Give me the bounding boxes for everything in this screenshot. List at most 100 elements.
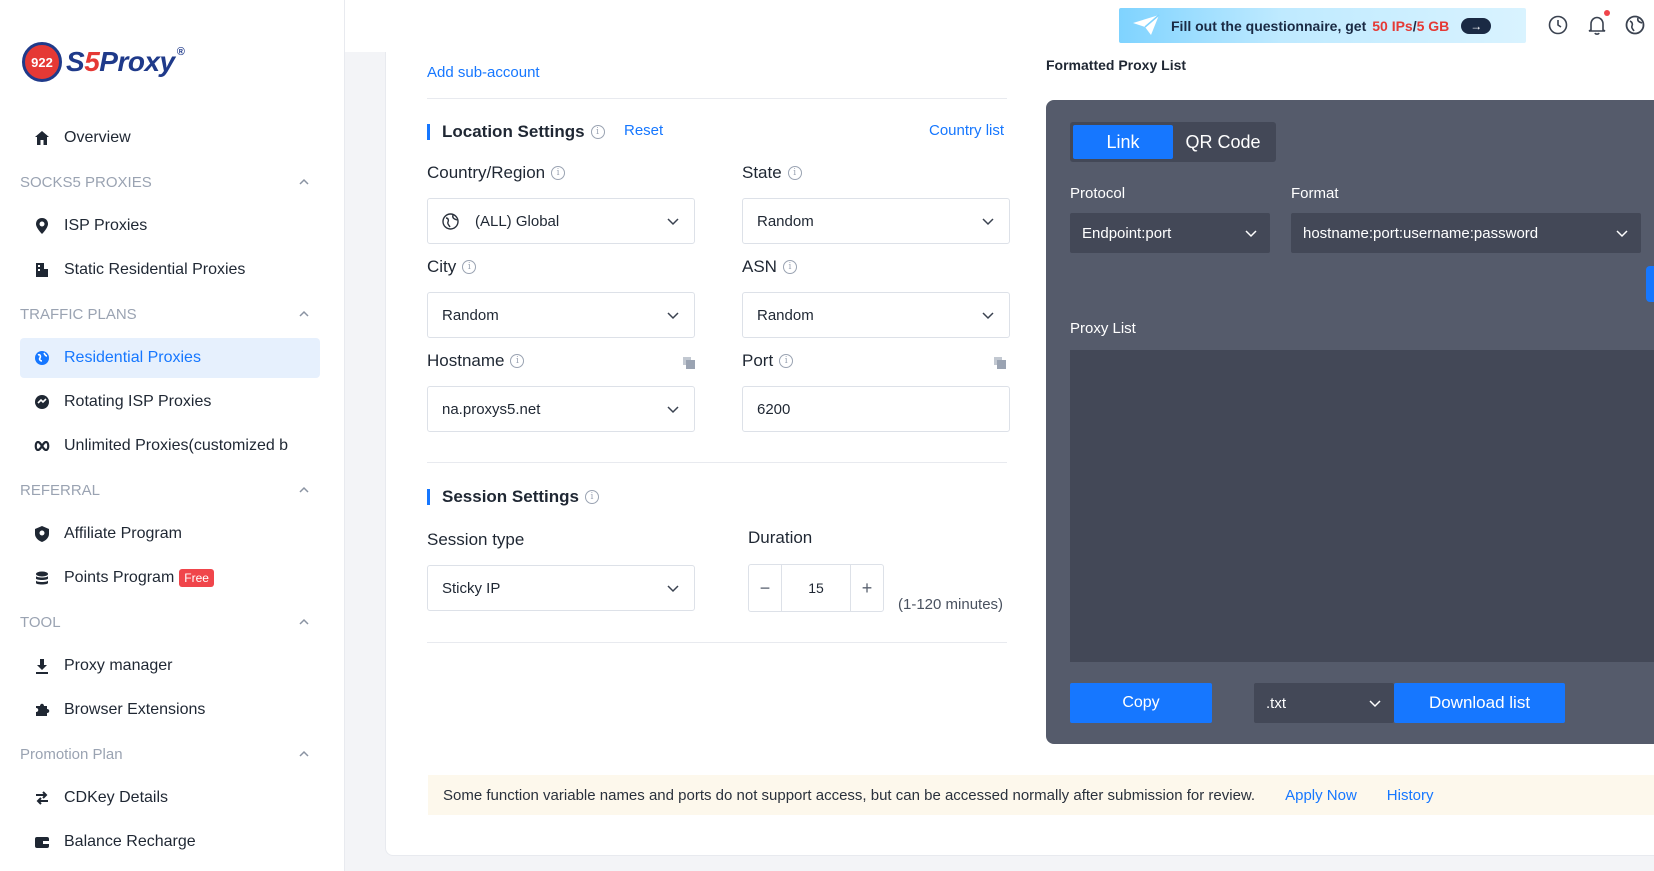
info-icon[interactable]: i: [584, 490, 599, 504]
port-text: Port: [742, 351, 774, 370]
sidebar-group-referral[interactable]: REFERRAL: [20, 470, 320, 510]
sidebar-item-label: Browser Extensions: [64, 701, 206, 718]
divider: [427, 462, 1007, 463]
info-icon[interactable]: i: [462, 260, 477, 274]
sidebar-item-overview[interactable]: Overview: [20, 118, 320, 158]
country-list-link[interactable]: Country list: [929, 122, 1004, 139]
session-type-select[interactable]: Sticky IP: [427, 565, 695, 611]
sidebar-group-title: TOOL: [20, 613, 61, 631]
chevron-down-icon: [1245, 230, 1257, 238]
history-clock-icon[interactable]: [1547, 14, 1569, 36]
section-accent-bar: [427, 489, 430, 505]
country-region-label: Country/Region i: [427, 163, 566, 183]
session-type-value: Sticky IP: [442, 579, 501, 597]
section-accent-bar: [427, 124, 430, 140]
sidebar-group-title: TRAFFIC PLANS: [20, 305, 137, 323]
state-value: Random: [757, 212, 814, 230]
chevron-down-icon: [1616, 230, 1628, 238]
logo-text-c: Proxy: [99, 46, 175, 77]
info-icon[interactable]: i: [787, 166, 802, 180]
sidebar-item-label: CDKey Details: [64, 789, 169, 806]
logo[interactable]: 922 S5Proxy ®: [22, 42, 185, 82]
reset-link[interactable]: Reset: [624, 122, 663, 139]
promo-gb: 5 GB: [1416, 17, 1450, 34]
generate-tab-handle[interactable]: [1646, 266, 1654, 302]
sidebar: 922 S5Proxy ® Overview SOCKS5 PROXIES ISP…: [0, 0, 345, 871]
chevron-down-icon: [982, 312, 994, 320]
decrement-button[interactable]: −: [749, 565, 781, 611]
divider: [427, 642, 1007, 643]
sidebar-item-unlimited-proxies[interactable]: Unlimited Proxies(customized b: [20, 426, 320, 466]
tab-qr-code[interactable]: QR Code: [1173, 125, 1273, 159]
city-value: Random: [442, 306, 499, 324]
info-icon[interactable]: i: [590, 125, 605, 139]
sidebar-group-traffic-plans[interactable]: TRAFFIC PLANS: [20, 294, 320, 334]
protocol-label: Protocol: [1070, 185, 1126, 202]
info-icon[interactable]: i: [551, 166, 566, 180]
duration-hint: (1-120 minutes): [898, 596, 1004, 613]
sidebar-group-promotion-plan[interactable]: Promotion Plan: [20, 734, 320, 774]
download-list-button[interactable]: Download list: [1394, 683, 1565, 723]
duration-input[interactable]: 15: [781, 565, 851, 611]
tab-link[interactable]: Link: [1073, 125, 1173, 159]
notification-dot: [1604, 10, 1610, 16]
state-label: State i: [742, 163, 802, 183]
sidebar-item-isp-proxies[interactable]: ISP Proxies: [20, 206, 320, 246]
sidebar-item-affiliate-program[interactable]: Affiliate Program: [20, 514, 320, 554]
sidebar-item-static-residential[interactable]: Static Residential Proxies: [20, 250, 320, 290]
protocol-select[interactable]: Endpoint:port: [1070, 213, 1270, 253]
sidebar-item-label: Proxy manager: [64, 657, 173, 674]
protocol-value: Endpoint:port: [1082, 224, 1172, 242]
copy-button[interactable]: Copy: [1070, 683, 1212, 723]
port-input[interactable]: 6200: [742, 386, 1010, 432]
duration-stepper: − 15 +: [748, 564, 884, 612]
download-icon: [34, 658, 50, 674]
asn-select[interactable]: Random: [742, 292, 1010, 338]
session-settings-title: Session Settings i: [427, 487, 599, 507]
info-icon[interactable]: i: [779, 354, 794, 368]
proxy-list-textarea[interactable]: [1070, 350, 1654, 662]
logo-registered: ®: [176, 46, 185, 58]
chevron-up-icon: [299, 750, 309, 757]
add-sub-account-link[interactable]: Add sub-account: [427, 64, 540, 81]
copy-icon[interactable]: [683, 357, 695, 369]
language-globe-icon[interactable]: [1624, 14, 1646, 36]
sidebar-group-socks5[interactable]: SOCKS5 PROXIES: [20, 162, 320, 202]
copy-icon[interactable]: [994, 357, 1006, 369]
chevron-down-icon: [667, 312, 679, 320]
chevron-up-icon: [299, 486, 309, 493]
info-icon[interactable]: i: [782, 260, 797, 274]
sidebar-group-tool[interactable]: TOOL: [20, 602, 320, 642]
sidebar-item-cdkey-details[interactable]: CDKey Details: [20, 778, 320, 818]
chevron-down-icon: [667, 218, 679, 226]
apply-now-link[interactable]: Apply Now: [1285, 787, 1357, 804]
format-select[interactable]: hostname:port:username:password: [1291, 213, 1641, 253]
city-select[interactable]: Random: [427, 292, 695, 338]
increment-button[interactable]: +: [851, 565, 883, 611]
hostname-select[interactable]: na.proxys5.net: [427, 386, 695, 432]
sidebar-item-proxy-manager[interactable]: Proxy manager: [20, 646, 320, 686]
sidebar-item-balance-recharge[interactable]: Balance Recharge: [20, 822, 320, 862]
infinity-icon: [34, 438, 50, 454]
sidebar-nav: Overview SOCKS5 PROXIES ISP Proxies Stat…: [20, 118, 320, 866]
history-link[interactable]: History: [1387, 787, 1434, 804]
sidebar-item-rotating-isp[interactable]: Rotating ISP Proxies: [20, 382, 320, 422]
promo-text: Fill out the questionnaire, get: [1171, 17, 1367, 34]
sidebar-item-residential-proxies[interactable]: Residential Proxies: [20, 338, 320, 378]
sidebar-item-browser-extensions[interactable]: Browser Extensions: [20, 690, 320, 730]
country-region-select[interactable]: (ALL) Global: [427, 198, 695, 244]
sidebar-item-label: Residential Proxies: [64, 349, 201, 366]
sidebar-item-points-program[interactable]: Points Program Free: [20, 558, 320, 598]
info-icon[interactable]: i: [510, 354, 525, 368]
chevron-down-icon: [1369, 700, 1381, 708]
asn-label: ASN i: [742, 257, 797, 277]
country-region-text: Country/Region: [427, 163, 546, 182]
file-extension-select[interactable]: .txt: [1254, 683, 1394, 723]
state-select[interactable]: Random: [742, 198, 1010, 244]
bell-icon[interactable]: [1586, 14, 1608, 36]
location-settings-label: Location Settings: [442, 122, 585, 141]
hostname-value: na.proxys5.net: [442, 400, 541, 418]
questionnaire-banner[interactable]: Fill out the questionnaire, get 50 IPs /…: [1119, 8, 1526, 43]
hostname-label: Hostname i: [427, 351, 525, 371]
chevron-up-icon: [299, 618, 309, 625]
